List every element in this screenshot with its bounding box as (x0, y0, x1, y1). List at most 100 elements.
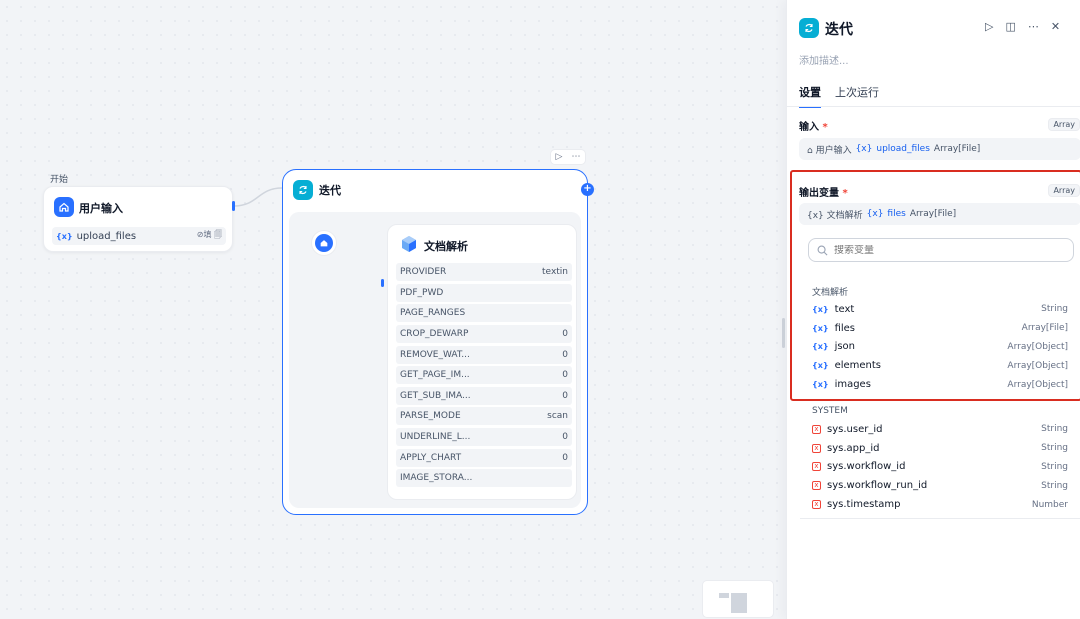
minimap[interactable] (702, 580, 774, 618)
variable-name: sys.workflow_run_id (827, 480, 928, 492)
param-name: REMOVE_WAT... (400, 349, 470, 360)
variable-name: sys.timestamp (827, 499, 901, 511)
param-name: IMAGE_STORA... (400, 473, 473, 484)
variable-name: text (834, 303, 855, 315)
variable-type: String (1041, 480, 1068, 491)
variable-name: elements (834, 360, 882, 372)
input-variable-selector[interactable]: ⌂ 用户输入 {x} upload_files Array[File] (799, 138, 1080, 160)
param-row: REMOVE_WAT... 0 (396, 345, 572, 364)
param-name: APPLY_CHART (400, 452, 462, 463)
input-type-tag: Array (1048, 118, 1080, 131)
variable-type: Array[Object] (1007, 360, 1068, 371)
split-view-icon[interactable]: ◫ (1005, 20, 1015, 33)
iteration-actions: ▷ ⋯ (550, 149, 586, 165)
param-value: 0 (562, 452, 568, 463)
list-item[interactable]: {x} text String (806, 300, 1074, 319)
system-variable-icon: x (812, 500, 821, 510)
start-node-title: 用户输入 (79, 202, 123, 215)
list-item[interactable]: x sys.app_id String (806, 439, 1074, 458)
input-variable-name: upload_files (876, 144, 930, 154)
variable-type: Array[Object] (1007, 379, 1068, 390)
param-row: GET_SUB_IMA... 0 (396, 386, 572, 405)
param-row: APPLY_CHART 0 (396, 448, 572, 467)
doc-input-handle[interactable] (381, 279, 384, 287)
close-icon[interactable]: ✕ (1051, 20, 1060, 33)
variable-type: Array[File] (1021, 323, 1068, 334)
system-variable-icon: x (812, 462, 821, 472)
run-icon[interactable]: ▷ (985, 20, 993, 33)
home-icon (54, 197, 74, 217)
minimap-node (719, 593, 729, 598)
description-input[interactable]: 添加描述... (799, 52, 849, 67)
system-variable-icon: x (812, 443, 821, 453)
output-label: 输出变量 * (799, 184, 848, 199)
workflow-canvas[interactable]: 开始 用户输入 {x} upload_files ⊘填 🗐 ▷ ⋯ 迭代 + 文… (0, 0, 786, 619)
search-input[interactable] (834, 244, 1034, 256)
param-value: 0 (562, 390, 568, 401)
start-node[interactable]: 用户输入 {x} upload_files ⊘填 🗐 (43, 186, 233, 252)
param-row: PROVIDER textin (396, 263, 572, 281)
variable-icon: {x} (812, 380, 829, 390)
input-source-node: ⌂ 用户输入 (807, 145, 852, 156)
doc-parse-title: 文档解析 (424, 240, 468, 253)
list-item[interactable]: x sys.timestamp Number (806, 495, 1074, 514)
doc-parse-params: PROVIDER textin PDF_PWD PAGE_RANGES CROP_… (396, 263, 572, 490)
param-name: GET_SUB_IMA... (400, 390, 471, 401)
param-row: PARSE_MODE scan (396, 407, 572, 426)
list-item[interactable]: x sys.workflow_run_id String (806, 476, 1074, 495)
variable-name: json (834, 341, 856, 353)
divider (800, 518, 1080, 519)
param-name: PARSE_MODE (400, 411, 461, 422)
variable-name: files (834, 322, 856, 334)
node-variable-list: {x} text String {x} files Array[File] {x} jso… (806, 300, 1074, 394)
list-item[interactable]: x sys.user_id String (806, 420, 1074, 439)
output-variable-selector[interactable]: {x} 文档解析 {x} files Array[File] (799, 203, 1080, 225)
panel-resize-handle[interactable] (782, 318, 785, 348)
system-group-label: SYSTEM (812, 406, 848, 416)
start-variable-name: upload_files (76, 230, 137, 242)
variable-type: Number (1031, 499, 1068, 510)
system-variable-icon: x (812, 424, 821, 434)
list-item[interactable]: {x} json Array[Object] (806, 338, 1074, 357)
loop-icon (293, 180, 313, 200)
param-value: 0 (562, 370, 568, 381)
param-row: GET_PAGE_IM... 0 (396, 366, 572, 385)
home-icon (315, 234, 333, 252)
param-name: PAGE_RANGES (400, 308, 466, 319)
variable-icon: {x} (812, 323, 829, 333)
run-icon[interactable]: ▷ (556, 152, 563, 162)
system-variable-list: x sys.user_id String x sys.app_id String x sy… (806, 420, 1074, 514)
list-item[interactable]: {x} images Array[Object] (806, 375, 1074, 394)
param-value: scan (547, 411, 568, 422)
output-variable-type: Array[File] (909, 209, 957, 219)
panel-toolbar: ▷ ◫ ⋯ ✕ (985, 20, 1060, 33)
param-value: textin (542, 267, 568, 277)
tab-settings[interactable]: 设置 (799, 84, 821, 108)
start-variable: {x} upload_files ⊘填 🗐 (52, 227, 226, 245)
more-icon[interactable]: ⋯ (1028, 20, 1039, 33)
variable-type: Array[Object] (1007, 341, 1068, 352)
iteration-body: 文档解析 PROVIDER textin PDF_PWD PAGE_RANGES … (289, 212, 581, 508)
variable-search[interactable] (808, 238, 1074, 262)
list-item[interactable]: x sys.workflow_id String (806, 458, 1074, 477)
iteration-start-node[interactable] (311, 230, 337, 256)
param-row: UNDERLINE_L... 0 (396, 428, 572, 447)
variable-type: String (1041, 461, 1068, 472)
tab-last-run[interactable]: 上次运行 (835, 84, 879, 108)
variable-type: String (1041, 424, 1068, 435)
variable-icon: {x} (56, 231, 73, 241)
iteration-node[interactable]: 迭代 + 文档解析 PROVIDER textin PDF_PWD PAGE_R… (282, 169, 594, 515)
add-node-button[interactable]: + (581, 183, 594, 196)
variable-name: sys.user_id (827, 423, 883, 435)
panel-title[interactable]: 迭代 (825, 19, 853, 39)
doc-parse-node[interactable]: 文档解析 PROVIDER textin PDF_PWD PAGE_RANGES … (387, 224, 577, 500)
output-label-text: 输出变量 (799, 188, 839, 199)
variable-name: sys.app_id (827, 442, 880, 454)
param-value: 0 (562, 349, 568, 360)
start-output-handle[interactable] (232, 201, 235, 211)
list-item[interactable]: {x} elements Array[Object] (806, 356, 1074, 375)
more-icon[interactable]: ⋯ (571, 152, 580, 162)
divider (787, 106, 1080, 107)
list-item[interactable]: {x} files Array[File] (806, 319, 1074, 338)
param-name: PDF_PWD (400, 287, 444, 298)
